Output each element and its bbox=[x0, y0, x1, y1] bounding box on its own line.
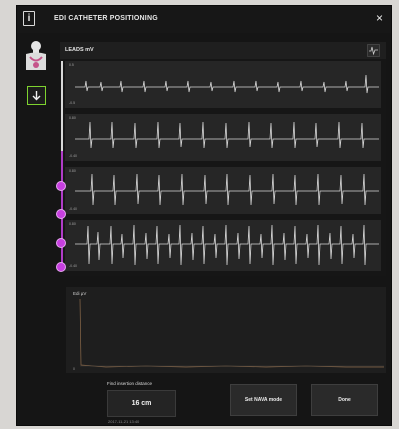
edi-trace bbox=[79, 298, 384, 368]
strip-1-top-tick: 0.5 bbox=[69, 63, 74, 67]
edi-zero-tick: 0 bbox=[73, 367, 75, 371]
ecg-trace-3 bbox=[75, 173, 379, 206]
ecg-leads-panel: LEADS mV 0.5 -0.5 0.80 -0.40 0.80 -0.40 bbox=[60, 42, 386, 276]
edi-positioning-window: i EDI CATHETER POSITIONING × LEADS mV 0.… bbox=[16, 5, 392, 426]
move-down-button[interactable] bbox=[27, 86, 46, 105]
ecg-header: LEADS mV bbox=[60, 42, 386, 59]
ecg-trace-4 bbox=[75, 224, 379, 266]
strip-4-bottom-tick: -0.40 bbox=[69, 264, 77, 268]
insertion-distance-value[interactable]: 16 cm bbox=[107, 390, 176, 417]
electrode-marker-3[interactable] bbox=[56, 238, 66, 248]
find-insertion-label: Find insertion distance bbox=[107, 381, 153, 386]
ecg-trace-2 bbox=[75, 121, 379, 149]
ecg-strip-1: 0.5 -0.5 bbox=[65, 61, 381, 108]
set-nava-mode-button[interactable]: Set NAVA mode bbox=[230, 384, 297, 416]
patient-torso-icon bbox=[26, 41, 46, 70]
title-bar: i EDI CATHETER POSITIONING × bbox=[17, 6, 391, 33]
strip-4-top-tick: 0.80 bbox=[69, 222, 76, 226]
ecg-strip-3: 0.80 -0.40 bbox=[65, 167, 381, 214]
edi-label: Edi µV bbox=[73, 291, 87, 296]
info-icon[interactable]: i bbox=[23, 11, 35, 26]
ecg-strip-4: 0.80 -0.40 bbox=[65, 220, 381, 271]
electrode-marker-2[interactable] bbox=[56, 209, 66, 219]
ecg-trace-1 bbox=[75, 74, 379, 94]
ecg-strip-2: 0.80 -0.40 bbox=[65, 114, 381, 161]
strip-3-top-tick: 0.80 bbox=[69, 169, 76, 173]
strip-1-bottom-tick: -0.5 bbox=[69, 101, 76, 105]
strip-2-bottom-tick: -0.40 bbox=[69, 154, 77, 158]
done-button[interactable]: Done bbox=[311, 384, 378, 416]
edi-waveform-panel: Edi µV 0 bbox=[66, 287, 386, 373]
window-title: EDI CATHETER POSITIONING bbox=[54, 15, 158, 22]
strip-3-bottom-tick: -0.40 bbox=[69, 207, 77, 211]
strip-2-top-tick: 0.80 bbox=[69, 116, 76, 120]
close-icon[interactable]: × bbox=[376, 12, 383, 24]
arrow-down-icon bbox=[32, 91, 41, 101]
electrode-marker-1[interactable] bbox=[56, 181, 66, 191]
catheter-rail bbox=[61, 61, 63, 151]
leads-label: LEADS mV bbox=[65, 47, 94, 53]
waveform-settings-icon[interactable] bbox=[367, 44, 380, 57]
electrode-marker-4[interactable] bbox=[56, 262, 66, 272]
timestamp: 2017-11-21 13:40 bbox=[108, 419, 140, 424]
